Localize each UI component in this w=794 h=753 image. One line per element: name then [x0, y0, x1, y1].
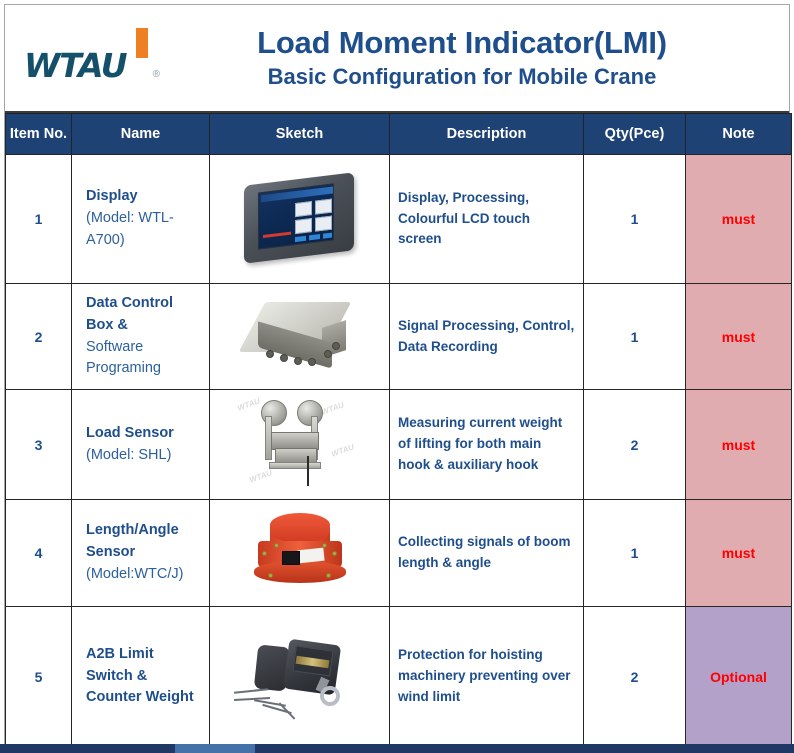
cell-name: Display (Model: WTL-A700)	[71, 154, 210, 284]
specification-table: Item No. Name Sketch Description Qty(Pce…	[5, 113, 792, 747]
cell-note: Optional	[685, 606, 792, 747]
cell-note: must	[685, 154, 792, 284]
table-row: 2 Data Control Box & Software Programing	[5, 283, 792, 390]
cell-name: Load Sensor (Model: SHL)	[71, 389, 210, 500]
table-header-row: Item No. Name Sketch Description Qty(Pce…	[5, 113, 792, 155]
item-name-primary: A2B Limit Switch &	[86, 645, 154, 684]
cell-sketch	[209, 606, 390, 747]
a2b-limit-switch-image	[232, 624, 368, 724]
cell-note: must	[685, 283, 792, 390]
document-header: WTAU ® Load Moment Indicator(LMI) Basic …	[5, 5, 789, 113]
cell-sketch: WTAU WTAU WTAU WTAU	[209, 389, 390, 500]
cell-item-no: 1	[5, 154, 72, 284]
cell-sketch	[209, 499, 390, 607]
column-header-note: Note	[685, 113, 792, 155]
cell-item-no: 5	[5, 606, 72, 747]
cell-qty: 2	[583, 389, 686, 500]
length-angle-sensor-image	[244, 505, 356, 597]
display-touchscreen-image	[236, 169, 364, 265]
cell-qty: 1	[583, 154, 686, 284]
cell-description: Measuring current weight of lifting for …	[389, 389, 584, 500]
item-name-primary: Display	[86, 188, 138, 205]
item-name-primary: Length/Angle Sensor	[86, 522, 179, 561]
cell-item-no: 2	[5, 283, 72, 390]
item-name-primary: Data Control Box &	[86, 295, 173, 333]
table-row: 5 A2B Limit Switch & Counter Weight Prot…	[5, 606, 792, 747]
table-row: 4 Length/Angle Sensor (Model:WTC/J) Coll…	[5, 499, 792, 607]
cell-note: must	[685, 499, 792, 607]
header-titles: Load Moment Indicator(LMI) Basic Configu…	[175, 25, 789, 90]
cell-sketch	[209, 154, 390, 284]
column-header-name: Name	[71, 113, 210, 155]
item-name-model: (Model: WTL-A700)	[86, 210, 174, 248]
document-frame: WTAU ® Load Moment Indicator(LMI) Basic …	[4, 4, 792, 747]
cell-name: A2B Limit Switch & Counter Weight	[71, 606, 210, 747]
logo-wordmark: WTAU	[24, 46, 128, 85]
watermark: WTAU	[235, 396, 261, 413]
cell-name: Data Control Box & Software Programing	[71, 283, 210, 390]
cell-description: Protection for hoisting machinery preven…	[389, 606, 584, 747]
cell-description: Signal Processing, Control, Data Recordi…	[389, 283, 584, 390]
registered-trademark-icon: ®	[152, 69, 160, 80]
item-name-primary: Load Sensor	[86, 424, 174, 441]
column-header-description: Description	[389, 113, 584, 155]
item-name-model: (Model:WTC/J)	[86, 565, 184, 582]
scrollbar-thumb[interactable]	[175, 744, 255, 753]
item-name-secondary: Software Programing	[86, 338, 161, 377]
cell-qty: 2	[583, 606, 686, 747]
watermark: WTAU	[247, 468, 273, 485]
load-sensor-image: WTAU WTAU WTAU WTAU	[235, 394, 365, 490]
cell-qty: 1	[583, 283, 686, 390]
horizontal-scrollbar[interactable]	[0, 744, 794, 753]
column-header-item-no: Item No.	[5, 113, 72, 155]
watermark: WTAU	[319, 400, 345, 417]
page-title: Load Moment Indicator(LMI)	[257, 25, 667, 61]
cell-qty: 1	[583, 499, 686, 607]
table-row: 1 Display (Model: WTL-A700) Display, Pro…	[5, 154, 792, 284]
item-name-model: (Model: SHL)	[86, 446, 172, 463]
brand-logo: WTAU ®	[5, 5, 175, 111]
data-control-box-image	[236, 288, 364, 380]
column-header-sketch: Sketch	[209, 113, 390, 155]
page-subtitle: Basic Configuration for Mobile Crane	[267, 64, 657, 90]
cell-description: Collecting signals of boom length & angl…	[389, 499, 584, 607]
document-page: WTAU ® Load Moment Indicator(LMI) Basic …	[0, 0, 794, 753]
cell-note: must	[685, 389, 792, 500]
cell-sketch	[209, 283, 390, 390]
watermark: WTAU	[329, 442, 355, 459]
column-header-qty: Qty(Pce)	[583, 113, 686, 155]
cell-item-no: 3	[5, 389, 72, 500]
cell-name: Length/Angle Sensor (Model:WTC/J)	[71, 499, 210, 607]
table-row: 3 Load Sensor (Model: SHL) WTAU WTAU WTA…	[5, 389, 792, 500]
cell-description: Display, Processing, Colourful LCD touch…	[389, 154, 584, 284]
cell-item-no: 4	[5, 499, 72, 607]
item-name-secondary: Counter Weight	[86, 689, 194, 706]
